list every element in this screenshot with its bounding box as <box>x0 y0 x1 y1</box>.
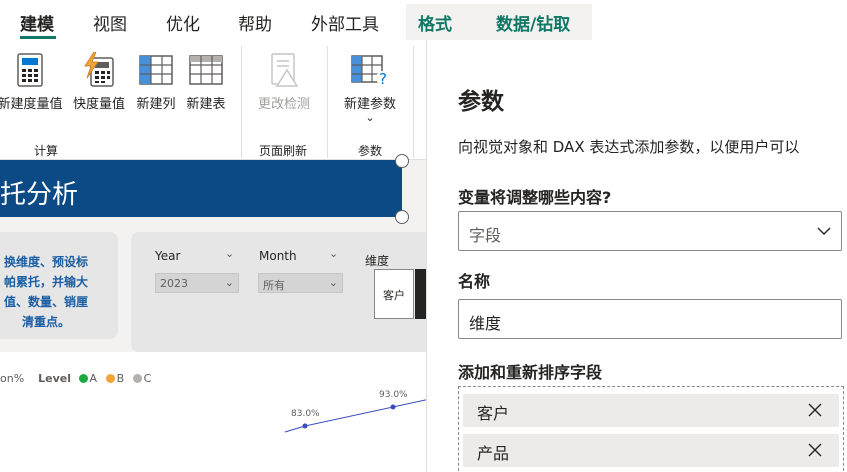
name-label: 名称 <box>458 272 491 291</box>
table-icon <box>189 55 223 85</box>
data-label: 83.0% <box>291 409 320 419</box>
year-filter-select[interactable]: 2023 ⌄ <box>155 273 239 293</box>
chart-plot: 83.0% 93.0% <box>284 390 430 433</box>
variable-dropdown[interactable]: 字段 <box>458 211 842 251</box>
fields-label: 添加和重新排序字段 <box>458 363 603 382</box>
close-icon[interactable] <box>807 402 823 418</box>
ribbon-separator <box>241 46 242 158</box>
name-input[interactable]: 维度 <box>458 299 842 339</box>
tab-external-tools[interactable]: 外部工具 <box>311 10 379 35</box>
group-label-page-refresh: 页面刷新 <box>259 144 308 158</box>
chevron-down-icon: ⌄ <box>328 276 338 289</box>
tab-modeling[interactable]: 建模 <box>20 10 54 35</box>
field-item-customer[interactable]: 客户 <box>463 394 839 427</box>
quick-measure-button[interactable]: 快度量值 <box>70 52 128 112</box>
field-list[interactable]: 客户 产品 <box>458 386 844 472</box>
report-title: 托分析 <box>0 180 79 210</box>
parameter-icon: ? <box>351 55 390 88</box>
tab-data-drill[interactable]: 数据/钻取 <box>496 10 570 35</box>
ribbon-separator <box>327 46 328 158</box>
close-icon[interactable] <box>807 442 823 458</box>
field-item-label: 客户 <box>477 404 510 423</box>
pareto-chart[interactable]: on% Level A B C 83.0% 93.0% <box>0 352 430 472</box>
pane-title: 参数 <box>458 89 504 115</box>
tab-help[interactable]: 帮助 <box>238 10 272 35</box>
variable-value: 字段 <box>469 226 502 245</box>
change-detection-label: 更改检测 <box>257 97 310 112</box>
filter-card: Year ⌄ 2023 ⌄ Month ⌄ 所有 ⌄ 维度 客户 <box>131 232 430 352</box>
group-label-params: 参数 <box>358 144 383 158</box>
ribbon-separator <box>413 46 414 158</box>
tab-format[interactable]: 格式 <box>418 10 452 35</box>
year-filter-label: Year <box>155 249 181 263</box>
report-canvas: 托分析 换维度、预设标帕累托，并输大值、数量、销厘清重点。 Year ⌄ 202… <box>0 154 430 472</box>
name-input-value: 维度 <box>469 314 502 333</box>
table-column-icon <box>139 55 173 85</box>
field-item-product[interactable]: 产品 <box>463 434 839 467</box>
new-parameter-label: 新建参数 <box>343 97 396 112</box>
year-filter-value: 2023 <box>160 277 188 290</box>
variable-label: 变量将调整哪些内容? <box>458 188 612 207</box>
change-detection-icon <box>271 53 299 87</box>
new-table-button[interactable]: 新建表 <box>182 52 230 112</box>
new-column-button[interactable]: 新建列 <box>132 52 180 112</box>
report-title-banner[interactable]: 托分析 <box>0 160 402 217</box>
chevron-down-icon[interactable]: ⌄ <box>329 247 338 260</box>
month-filter-label: Month <box>259 249 297 263</box>
field-item-label: 产品 <box>477 444 510 463</box>
data-point[interactable] <box>302 423 308 429</box>
data-point[interactable] <box>390 404 396 410</box>
dimension-slicer-label: 维度 <box>365 254 390 268</box>
new-measure-button[interactable]: 新建度量值 <box>0 52 65 112</box>
new-measure-label: 新建度量值 <box>0 97 63 112</box>
change-detection-button: 更改检测 <box>250 52 318 112</box>
data-label: 93.0% <box>379 390 408 400</box>
new-parameter-button[interactable]: ? 新建参数 ⌄ <box>336 52 404 124</box>
description-card: 换维度、预设标帕累托，并输大值、数量、销厘清重点。 <box>0 232 118 339</box>
group-label-calc: 计算 <box>34 144 59 158</box>
parameter-pane: 参数 向视觉对象和 DAX 表达式添加参数，以便用户可以 变量将调整哪些内容? … <box>426 40 847 472</box>
month-filter-value: 所有 <box>263 279 285 292</box>
dimension-slicer-customer[interactable]: 客户 <box>374 269 414 319</box>
resize-handle[interactable] <box>395 210 409 224</box>
new-table-label: 新建表 <box>186 97 226 112</box>
chevron-down-icon[interactable]: ⌄ <box>225 247 234 260</box>
calculator-icon <box>17 53 43 87</box>
pane-description: 向视觉对象和 DAX 表达式添加参数，以便用户可以 <box>458 138 800 156</box>
resize-handle[interactable] <box>395 154 409 168</box>
tab-view[interactable]: 视图 <box>93 10 127 35</box>
month-filter-select[interactable]: 所有 ⌄ <box>258 273 343 293</box>
svg-text:?: ? <box>379 70 387 88</box>
quick-measure-label: 快度量值 <box>72 97 125 112</box>
description-text: 换维度、预设标帕累托，并输大值、数量、销厘清重点。 <box>3 255 88 329</box>
ribbon-tab-bar: 建模 视图 优化 帮助 外部工具 格式 数据/钻取 <box>0 0 847 40</box>
dimension-slicer-customer-label: 客户 <box>383 289 405 302</box>
quick-calculator-icon <box>84 52 114 87</box>
new-column-label: 新建列 <box>136 97 176 112</box>
chevron-down-icon <box>817 227 831 235</box>
chevron-down-icon: ⌄ <box>224 276 234 289</box>
tab-optimize[interactable]: 优化 <box>166 10 200 35</box>
ribbon: 新建度量值 快度量值 新建列 新建表 计算 更改检测 页面刷新 ? 新建参数 ⌄… <box>0 40 430 160</box>
chevron-down-icon[interactable]: ⌄ <box>336 111 404 124</box>
active-tab-indicator <box>20 36 56 39</box>
